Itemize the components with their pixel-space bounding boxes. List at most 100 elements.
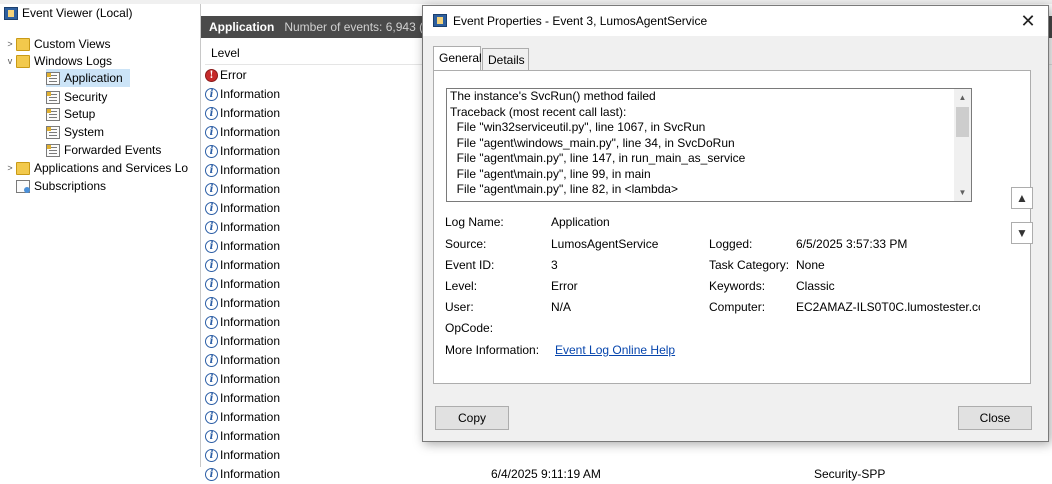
row-level: Information — [220, 372, 281, 386]
folder-icon — [16, 54, 30, 68]
description-line: File "agent\main.py", line 99, in main — [450, 166, 651, 181]
row-source: Security-SPP — [814, 467, 886, 481]
tree-item-security[interactable]: Security — [46, 88, 107, 106]
previous-event-button[interactable]: ▲ — [1011, 187, 1033, 209]
row-level: Information — [220, 239, 281, 253]
event-id-label: Event ID: — [445, 258, 495, 272]
scroll-up-icon[interactable]: ▲ — [954, 89, 971, 106]
log-icon — [46, 71, 60, 85]
scroll-down-icon[interactable]: ▼ — [954, 184, 971, 201]
event-viewer-icon — [4, 6, 18, 20]
folder-icon — [16, 37, 30, 51]
row-level: Information — [220, 182, 281, 196]
row-level: Information — [220, 220, 281, 234]
info-icon: i — [205, 449, 218, 462]
description-text: The instance's SvcRun() method failed Tra… — [447, 89, 971, 198]
log-icon — [46, 143, 60, 157]
info-icon: i — [205, 392, 218, 405]
tab-label: Details — [488, 53, 525, 67]
general-tab-panel: The instance's SvcRun() method failed Tra… — [433, 70, 1031, 384]
user-value: N/A — [551, 300, 572, 314]
description-line: File "win32serviceutil.py", line 1067, i… — [450, 120, 706, 134]
close-icon[interactable]: ✕ — [1018, 6, 1038, 36]
table-row[interactable]: i Information 6/4/2025 9:11:19 AM Security-… — [205, 465, 1052, 484]
info-icon: i — [205, 126, 218, 139]
row-level: Information — [220, 467, 281, 481]
tree-item-label: Custom Views — [34, 37, 111, 51]
scroll-thumb[interactable] — [956, 107, 969, 137]
next-event-button[interactable]: ▼ — [1011, 222, 1033, 244]
tree-item-system[interactable]: System — [46, 123, 104, 141]
more-info-label: More Information: — [445, 343, 540, 357]
source-label: Source: — [445, 237, 487, 251]
tab-general[interactable]: General — [433, 46, 482, 70]
tree-item-label: Setup — [64, 107, 96, 121]
copy-button[interactable]: Copy — [435, 406, 509, 430]
info-icon: i — [205, 202, 218, 215]
tree-item-application[interactable]: Application — [46, 69, 130, 87]
tab-label: General — [439, 51, 482, 65]
info-icon: i — [205, 297, 218, 310]
row-level: Error — [220, 68, 247, 82]
event-id-value: 3 — [551, 258, 558, 272]
task-category-label: Task Category: — [709, 258, 790, 272]
level-value: Error — [551, 279, 578, 293]
tree-item-subscriptions[interactable]: Subscriptions — [16, 177, 106, 195]
tree-item-label: Windows Logs — [34, 54, 113, 68]
tree-item-label: Applications and Services Lo — [34, 161, 189, 175]
user-label: User: — [445, 300, 474, 314]
column-header-label: Level — [211, 46, 240, 60]
info-icon: i — [205, 259, 218, 272]
row-level: Information — [220, 429, 281, 443]
tree-item-label: Application — [64, 71, 123, 85]
row-level: Information — [220, 334, 281, 348]
dialog-title: Event Properties - Event 3, LumosAgentSe… — [453, 14, 708, 28]
description-line: Traceback (most recent call last): — [450, 104, 627, 119]
list-title: Application — [209, 20, 275, 34]
tree-item-custom-views[interactable]: > Custom Views — [4, 35, 110, 53]
event-properties-dialog: Event Properties - Event 3, LumosAgentSe… — [422, 5, 1049, 442]
tree-item-label: Forwarded Events — [64, 143, 162, 157]
tab-details[interactable]: Details — [482, 48, 529, 70]
log-icon — [46, 90, 60, 104]
dialog-title-bar[interactable]: Event Properties - Event 3, LumosAgentSe… — [423, 6, 1048, 36]
tree-item-apps-services[interactable]: > Applications and Services Lo — [4, 159, 188, 177]
arrow-up-icon: ▲ — [1016, 191, 1028, 205]
expand-icon[interactable]: > — [4, 159, 16, 177]
log-name-label: Log Name: — [445, 215, 504, 229]
description-line: File "agent\main.py", line 147, in run_m… — [450, 151, 746, 165]
task-category-value: None — [796, 258, 825, 272]
console-tree: Event Viewer (Local) > Custom Views v Wi… — [0, 4, 201, 467]
event-count: Number of events: 6,943 ( — [284, 20, 424, 34]
row-level: Information — [220, 125, 281, 139]
table-row[interactable]: i Information — [205, 446, 1052, 465]
info-icon: i — [205, 373, 218, 386]
row-level: Information — [220, 144, 281, 158]
tree-item-windows-logs[interactable]: v Windows Logs — [4, 52, 112, 70]
info-icon: i — [205, 88, 218, 101]
error-icon: ! — [205, 69, 218, 82]
arrow-down-icon: ▼ — [1016, 226, 1028, 240]
info-icon: i — [205, 183, 218, 196]
subscriptions-icon — [16, 179, 30, 193]
tree-item-setup[interactable]: Setup — [46, 105, 95, 123]
computer-value: EC2AMAZ-ILS0T0C.lumostester.cc — [796, 300, 980, 314]
computer-label: Computer: — [709, 300, 766, 314]
collapse-icon[interactable]: v — [4, 52, 16, 70]
logged-label: Logged: — [709, 237, 753, 251]
expand-icon[interactable]: > — [4, 35, 16, 53]
logged-value: 6/5/2025 3:57:33 PM — [796, 237, 908, 251]
info-icon: i — [205, 145, 218, 158]
keywords-value: Classic — [796, 279, 835, 293]
event-log-online-help-link[interactable]: Event Log Online Help — [555, 343, 675, 357]
info-icon: i — [205, 335, 218, 348]
keywords-label: Keywords: — [709, 279, 766, 293]
tree-item-label: Security — [64, 90, 108, 104]
close-button[interactable]: Close — [958, 406, 1032, 430]
row-level: Information — [220, 315, 281, 329]
tree-item-forwarded[interactable]: Forwarded Events — [46, 141, 161, 159]
description-scrollbar[interactable]: ▲ ▼ — [954, 89, 971, 201]
tree-root[interactable]: Event Viewer (Local) — [4, 4, 133, 22]
event-description[interactable]: The instance's SvcRun() method failed Tra… — [446, 88, 972, 202]
row-level: Information — [220, 353, 281, 367]
